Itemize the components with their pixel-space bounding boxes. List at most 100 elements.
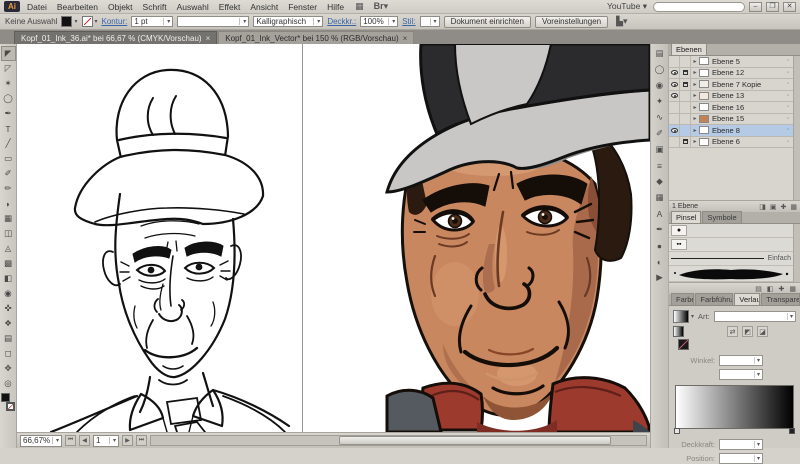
tab-ebenen[interactable]: Ebenen <box>671 43 707 55</box>
bridge-button[interactable]: Br▾ <box>370 1 393 12</box>
target-circle-icon[interactable]: ◦ <box>783 81 793 87</box>
graph-tool[interactable]: ▤ <box>1 331 16 346</box>
gradient-type-combo[interactable]: ▾ <box>714 311 796 322</box>
tab-symbole[interactable]: Symbole <box>702 211 741 223</box>
panel-tab[interactable]: Transparenz <box>761 293 800 305</box>
brush-item-dot[interactable]: ● <box>669 224 793 238</box>
minimize-button[interactable]: – <box>749 2 762 12</box>
expand-arrow-icon[interactable]: ▸ <box>691 92 699 99</box>
panel-tab[interactable]: Verlauf <box>734 293 760 305</box>
gradient-stop-black[interactable] <box>789 428 795 434</box>
gradient-tool[interactable]: ◧ <box>1 271 16 286</box>
gradient-swatch[interactable] <box>673 310 689 323</box>
panel-tab[interactable]: Farbe <box>671 293 694 305</box>
layer-name[interactable]: Ebene 7 Kopie <box>712 80 783 89</box>
document-view-lineart[interactable] <box>17 44 302 432</box>
lasso-tool[interactable]: ◯ <box>1 91 16 106</box>
target-circle-icon[interactable]: ◦ <box>783 93 793 99</box>
zoom-tool[interactable]: ◎ <box>1 376 16 391</box>
width-tool[interactable]: ◗ <box>1 196 16 211</box>
layer-row[interactable]: ▸ Ebene 8 ◦ <box>669 125 793 137</box>
free-transform-tool[interactable]: ▦ <box>1 211 16 226</box>
color-panel-icon[interactable]: ◯ <box>653 63 667 76</box>
menu-item[interactable]: Effekt <box>214 1 246 13</box>
type-tool[interactable]: T <box>1 121 16 136</box>
links-panel-icon[interactable]: ▦ <box>653 191 667 204</box>
appearance-panel-icon[interactable]: ≡ <box>653 159 667 172</box>
artboard-number-combo[interactable]: 1▾ <box>93 435 119 447</box>
first-artboard-button[interactable]: ⏮ <box>65 435 76 446</box>
restore-button[interactable]: ❐ <box>766 2 779 12</box>
gradient-opacity-combo[interactable]: ▾ <box>719 439 763 450</box>
selection-tool[interactable]: ◤ <box>1 46 16 61</box>
info-panel-icon[interactable]: ▤ <box>653 47 667 60</box>
pencil-tool[interactable]: ✏ <box>1 181 16 196</box>
prev-artboard-button[interactable]: ◀ <box>79 435 90 446</box>
layer-name[interactable]: Ebene 12 <box>712 68 783 77</box>
opacity-combo[interactable]: 100%▾ <box>360 16 398 27</box>
gradient-across-stroke-icon[interactable]: ◩ <box>742 326 753 337</box>
color-guide-panel-icon[interactable]: ◉ <box>653 79 667 92</box>
symbol-sprayer-tool[interactable]: ❖ <box>1 316 16 331</box>
layer-name[interactable]: Ebene 16 <box>712 103 783 112</box>
gradient-stop-white[interactable] <box>674 428 680 434</box>
style-link[interactable]: Stil: <box>402 17 415 26</box>
delete-layer-icon[interactable]: ▦ <box>790 203 797 211</box>
brush-item-dots[interactable]: ▪▪ <box>669 238 793 252</box>
layer-row[interactable]: ▸ Ebene 15 ◦ <box>669 114 793 126</box>
menu-item[interactable]: Bearbeiten <box>52 1 103 13</box>
gradient-fill-stroke-indicator[interactable] <box>673 326 689 352</box>
stroke-weight-combo[interactable]: 1 pt▾ <box>131 16 173 27</box>
brush-item-basic[interactable]: Einfach <box>669 252 793 266</box>
target-circle-icon[interactable]: ◦ <box>783 104 793 110</box>
paragraph-panel-icon[interactable]: ✒ <box>653 223 667 236</box>
next-artboard-button[interactable]: ▶ <box>122 435 133 446</box>
stroke-swatch[interactable] <box>6 402 15 411</box>
brush-libraries-icon[interactable]: ▤ <box>755 285 762 293</box>
search-input[interactable] <box>653 2 745 12</box>
brush-item-ink-splatter[interactable] <box>669 266 793 282</box>
style-combo[interactable]: ▾ <box>420 16 440 27</box>
line-segment-tool[interactable]: ╱ <box>1 136 16 151</box>
gradient-along-stroke-icon[interactable]: ◪ <box>757 326 768 337</box>
document-view-colored[interactable] <box>303 44 650 432</box>
expand-arrow-icon[interactable]: ▸ <box>691 104 699 111</box>
target-circle-icon[interactable]: ◦ <box>783 70 793 76</box>
brush-libraries-panel-icon[interactable]: ✐ <box>653 127 667 140</box>
layer-name[interactable]: Ebene 8 <box>712 126 783 135</box>
graphic-styles-panel-icon[interactable]: ◆ <box>653 175 667 188</box>
artboard-tool[interactable]: ◻ <box>1 346 16 361</box>
navigator-panel-icon[interactable]: ▶ <box>653 271 667 284</box>
blend-tool[interactable]: ✜ <box>1 301 16 316</box>
last-artboard-button[interactable]: ⏭ <box>136 435 147 446</box>
direct-selection-tool[interactable]: ◸ <box>1 61 16 76</box>
delete-brush-icon[interactable]: ▦ <box>789 285 796 293</box>
layer-row[interactable]: ▸ Ebene 5 ◦ <box>669 56 793 68</box>
symbols-panel-icon[interactable]: ▣ <box>653 143 667 156</box>
swatches-panel-icon[interactable]: ✦ <box>653 95 667 108</box>
panel-tab[interactable]: Farbführung <box>695 293 733 305</box>
new-sublayer-icon[interactable]: ▣ <box>770 203 777 211</box>
tab-pinsel[interactable]: Pinsel <box>671 211 701 223</box>
tab-close-icon[interactable]: × <box>403 34 408 43</box>
fill-swatch[interactable] <box>1 393 10 402</box>
new-layer-icon[interactable]: ✚ <box>781 203 787 211</box>
layer-row[interactable]: ▸ Ebene 13 ◦ <box>669 91 793 103</box>
shape-builder-tool[interactable]: ◫ <box>1 226 16 241</box>
menu-item[interactable]: Hilfe <box>322 1 349 13</box>
tab-close-icon[interactable]: × <box>206 34 211 43</box>
fill-color-swatch[interactable] <box>61 16 72 27</box>
target-circle-icon[interactable]: ◦ <box>783 58 793 64</box>
expand-arrow-icon[interactable]: ▸ <box>691 58 699 65</box>
stroke-panel-icon[interactable]: ∿ <box>653 111 667 124</box>
expand-arrow-icon[interactable]: ▸ <box>691 115 699 122</box>
expand-arrow-icon[interactable]: ▸ <box>691 81 699 88</box>
align-options-icon[interactable]: ▙▾ <box>612 16 631 27</box>
make-mask-icon[interactable]: ◨ <box>759 203 766 211</box>
expand-arrow-icon[interactable]: ▸ <box>691 138 699 145</box>
menu-item[interactable]: Fenster <box>283 1 322 13</box>
workspace-switcher[interactable]: YouTube ▾ <box>607 1 651 12</box>
layer-row[interactable]: ▸ Ebene 7 Kopie ◦ <box>669 79 793 91</box>
preferences-button[interactable]: Voreinstellungen <box>535 16 608 28</box>
target-circle-icon[interactable]: ◦ <box>783 139 793 145</box>
